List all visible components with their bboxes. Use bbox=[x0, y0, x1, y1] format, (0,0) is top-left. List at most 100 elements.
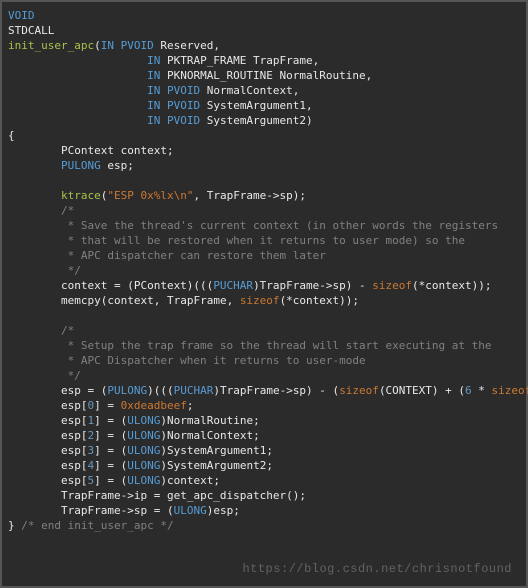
code-token: (*context)); bbox=[412, 279, 491, 292]
code-token: )SystemArgument2; bbox=[160, 459, 273, 472]
code-token: IN bbox=[101, 39, 121, 52]
code-token: ULONG bbox=[127, 414, 160, 427]
code-token: get_apc_dispatcher bbox=[167, 489, 286, 502]
code-token: )NormalContext; bbox=[160, 429, 259, 442]
code-token: SystemArgument1, bbox=[200, 99, 313, 112]
code-token: esp = ( bbox=[8, 384, 107, 397]
code-token: esp; bbox=[101, 159, 134, 172]
code-token: (context, TrapFrame, bbox=[101, 294, 240, 307]
code-token: ULONG bbox=[127, 459, 160, 472]
code-token bbox=[8, 174, 15, 187]
code-token: ULONG bbox=[127, 474, 160, 487]
code-token: sizeof bbox=[240, 294, 280, 307]
code-line: init_user_apc(IN PVOID Reserved, bbox=[8, 39, 220, 52]
code-line: * Setup the trap frame so the thread wil… bbox=[8, 339, 491, 352]
code-line: } /* end init_user_apc */ bbox=[8, 519, 174, 532]
code-line: esp[1] = (ULONG)NormalRoutine; bbox=[8, 414, 260, 427]
code-token: 6 bbox=[465, 384, 472, 397]
code-token: ] = ( bbox=[94, 474, 127, 487]
code-token: sizeof bbox=[339, 384, 379, 397]
code-token: ] = ( bbox=[94, 444, 127, 457]
code-token: PUCHAR bbox=[174, 384, 214, 397]
watermark-text: https://blog.csdn.net/chrisnotfound bbox=[242, 562, 512, 576]
code-token: PVOID bbox=[121, 39, 154, 52]
code-token: ULONG bbox=[127, 444, 160, 457]
code-line: esp[5] = (ULONG)context; bbox=[8, 474, 220, 487]
code-line: * APC Dispatcher when it returns to user… bbox=[8, 354, 366, 367]
code-editor-frame: { "colors": { "type": "#569cd6", "kw_in"… bbox=[0, 0, 528, 588]
code-token: PULONG bbox=[107, 384, 147, 397]
code-token: )NormalRoutine; bbox=[160, 414, 259, 427]
code-line: ktrace("ESP 0x%lx\n", TrapFrame->sp); bbox=[8, 189, 306, 202]
code-token: esp[ bbox=[8, 429, 87, 442]
code-line: IN PKNORMAL_ROUTINE NormalRoutine, bbox=[8, 69, 372, 82]
code-token: PULONG bbox=[61, 159, 101, 172]
code-token: )context; bbox=[160, 474, 220, 487]
code-token bbox=[8, 54, 147, 67]
code-token: sizeof bbox=[372, 279, 412, 292]
code-token: ULONG bbox=[174, 504, 207, 517]
code-token: */ bbox=[8, 264, 81, 277]
code-line: * Save the thread's current context (in … bbox=[8, 219, 498, 232]
code-token: IN bbox=[147, 84, 167, 97]
code-token: context = (PContext)((( bbox=[8, 279, 213, 292]
code-token: /* end init_user_apc */ bbox=[21, 519, 173, 532]
code-token: /* bbox=[8, 324, 74, 337]
code-line: memcpy(context, TrapFrame, sizeof(*conte… bbox=[8, 294, 359, 307]
code-token bbox=[8, 69, 147, 82]
code-token: PVOID bbox=[167, 84, 200, 97]
code-line: PContext context; bbox=[8, 144, 174, 157]
code-token: Reserved, bbox=[154, 39, 220, 52]
code-token: ] = bbox=[94, 399, 121, 412]
code-token: , TrapFrame->sp); bbox=[193, 189, 306, 202]
code-token bbox=[8, 159, 61, 172]
code-token: STDCALL bbox=[8, 24, 54, 37]
code-token: { bbox=[8, 129, 15, 142]
code-line: VOID bbox=[8, 9, 35, 22]
code-token: (CONTEXT) + ( bbox=[379, 384, 465, 397]
code-token: esp[ bbox=[8, 444, 87, 457]
code-block: VOID STDCALL init_user_apc(IN PVOID Rese… bbox=[8, 8, 520, 533]
code-line: esp[4] = (ULONG)SystemArgument2; bbox=[8, 459, 273, 472]
code-token: IN bbox=[147, 114, 167, 127]
code-token: PVOID bbox=[167, 99, 200, 112]
code-line: esp[0] = 0xdeadbeef; bbox=[8, 399, 193, 412]
code-token: * Setup the trap frame so the thread wil… bbox=[8, 339, 491, 352]
code-token bbox=[8, 294, 61, 307]
code-token: PContext context; bbox=[8, 144, 174, 157]
code-token: VOID bbox=[8, 9, 35, 22]
code-token: esp[ bbox=[8, 474, 87, 487]
code-line: esp[2] = (ULONG)NormalContext; bbox=[8, 429, 260, 442]
code-token: */ bbox=[8, 369, 81, 382]
code-token: PUCHAR bbox=[213, 279, 253, 292]
code-token: esp[ bbox=[8, 399, 87, 412]
code-token: esp[ bbox=[8, 414, 87, 427]
code-token bbox=[8, 309, 15, 322]
code-line: * APC dispatcher can restore them later bbox=[8, 249, 326, 262]
code-token: init_user_apc bbox=[8, 39, 94, 52]
code-line: { bbox=[8, 129, 15, 142]
code-token: ( bbox=[94, 39, 101, 52]
code-line: /* bbox=[8, 324, 74, 337]
code-token: ULONG bbox=[127, 429, 160, 442]
code-line: IN PVOID NormalContext, bbox=[8, 84, 299, 97]
code-line: /* bbox=[8, 204, 74, 217]
code-token: IN bbox=[147, 54, 167, 67]
code-line: IN PKTRAP_FRAME TrapFrame, bbox=[8, 54, 319, 67]
code-token bbox=[8, 84, 147, 97]
code-line: */ bbox=[8, 369, 81, 382]
code-token: SystemArgument2) bbox=[200, 114, 313, 127]
code-token: /* bbox=[8, 204, 74, 217]
code-line: IN PVOID SystemArgument1, bbox=[8, 99, 313, 112]
code-token: NormalContext, bbox=[200, 84, 299, 97]
code-token: sizeof bbox=[492, 384, 528, 397]
code-token: (); bbox=[286, 489, 306, 502]
code-token: )esp; bbox=[207, 504, 240, 517]
code-token: * Save the thread's current context (in … bbox=[8, 219, 498, 232]
code-line: PULONG esp; bbox=[8, 159, 134, 172]
code-token: IN bbox=[147, 99, 167, 112]
code-token: ] = ( bbox=[94, 429, 127, 442]
code-token: esp[ bbox=[8, 459, 87, 472]
code-line: esp[3] = (ULONG)SystemArgument1; bbox=[8, 444, 273, 457]
code-token: "ESP 0x%lx\n" bbox=[107, 189, 193, 202]
